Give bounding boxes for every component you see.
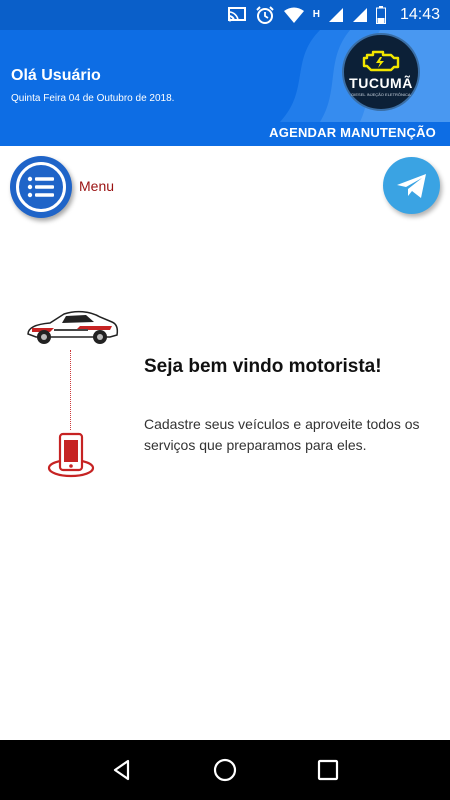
logo-name: TUCUMÃ xyxy=(349,75,413,91)
welcome-title: Seja bem vindo motorista! xyxy=(144,356,382,377)
alarm-icon xyxy=(255,6,275,24)
welcome-text: Cadastre seus veículos e aproveite todos… xyxy=(144,416,420,453)
home-icon[interactable] xyxy=(205,750,245,790)
engine-icon xyxy=(362,50,400,72)
recents-icon[interactable] xyxy=(308,750,348,790)
status-bar: H 14:43 xyxy=(0,0,450,30)
menu-button[interactable] xyxy=(10,156,72,218)
brand-logo: TUCUMÃ DIESEL INJEÇÃO ELETRÔNICA xyxy=(342,33,420,111)
list-icon xyxy=(16,162,66,212)
network-letter: H xyxy=(312,9,320,20)
telegram-icon xyxy=(396,173,426,198)
system-navigation-bar xyxy=(0,740,450,800)
current-date: Quinta Feira 04 de Outubro de 2018. xyxy=(11,93,175,104)
menu-label[interactable]: Menu xyxy=(79,178,114,194)
telegram-button[interactable] xyxy=(383,157,440,214)
timeline-connector xyxy=(70,350,71,430)
smartphone-icon xyxy=(47,432,95,478)
network-type: H xyxy=(313,10,320,20)
battery-icon xyxy=(375,6,386,24)
back-icon[interactable] xyxy=(102,750,142,790)
app-header: Olá Usuário Quinta Feira 04 de Outubro d… xyxy=(0,30,450,146)
cast-icon xyxy=(227,7,247,23)
logo-subtitle: DIESEL INJEÇÃO ELETRÔNICA xyxy=(351,92,411,97)
clock: 14:43 xyxy=(399,6,440,23)
car-icon xyxy=(27,310,119,344)
schedule-maintenance-link[interactable]: AGENDAR MANUTENÇÃO xyxy=(269,125,436,140)
wifi-icon xyxy=(283,7,305,23)
greeting: Olá Usuário xyxy=(11,67,101,84)
signal-icon xyxy=(352,7,368,23)
signal-icon xyxy=(328,7,344,23)
